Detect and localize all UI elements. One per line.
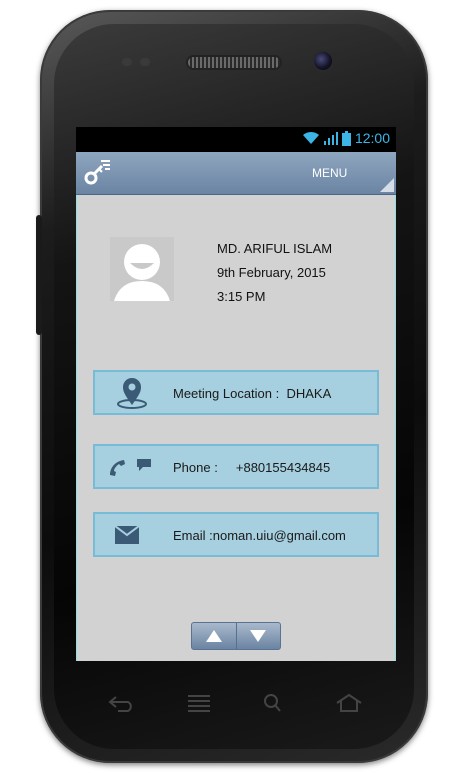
chat-icon	[137, 459, 151, 471]
up-arrow-icon	[205, 630, 222, 642]
contact-info: MD. ARIFUL ISLAM 9th February, 2015 3:15…	[217, 237, 332, 309]
location-card[interactable]: Meeting Location : DHAKA	[93, 370, 379, 415]
signal-icon	[323, 132, 338, 145]
avatar	[110, 237, 174, 301]
previous-button[interactable]	[192, 623, 236, 649]
detail-panel: MD. ARIFUL ISLAM 9th February, 2015 3:15…	[76, 195, 396, 661]
earpiece-speaker	[188, 57, 280, 68]
phone-text: Phone : +880155434845	[173, 460, 331, 475]
volume-button	[36, 215, 42, 335]
email-card[interactable]: Email :noman.uiu@gmail.com	[93, 512, 379, 557]
pager-controls	[191, 622, 281, 650]
battery-icon	[341, 130, 351, 146]
next-button[interactable]	[235, 623, 281, 649]
phone-card[interactable]: Phone : +880155434845	[93, 444, 379, 489]
location-text: Meeting Location : DHAKA	[173, 386, 332, 401]
menu-icon[interactable]	[184, 693, 214, 713]
corner-triangle-icon	[380, 178, 394, 192]
meeting-time: 3:15 PM	[217, 289, 266, 304]
search-icon[interactable]	[258, 693, 288, 713]
location-pin-icon	[117, 378, 147, 409]
sensor-right	[140, 58, 150, 66]
avatar-icon	[110, 237, 174, 301]
email-text: Email :noman.uiu@gmail.com	[173, 528, 346, 543]
phone-icon	[110, 460, 125, 476]
status-time: 12:00	[354, 130, 390, 146]
status-icons: 12:00	[302, 130, 390, 146]
contact-name: MD. ARIFUL ISLAM	[217, 241, 333, 256]
screen: 12:00 MENU MD. ARIFUL ISLAM 9th February…	[76, 127, 396, 661]
top-bar: MENU	[76, 152, 396, 195]
sensor-left	[122, 58, 132, 66]
front-camera	[314, 52, 332, 70]
meeting-date: 9th February, 2015	[217, 265, 326, 280]
mail-icon	[115, 526, 139, 544]
home-icon[interactable]	[334, 693, 364, 713]
menu-button[interactable]: MENU	[312, 166, 347, 180]
status-bar: 12:00	[76, 127, 396, 152]
back-icon[interactable]	[106, 693, 136, 713]
wifi-icon	[302, 131, 319, 144]
key-menu-icon[interactable]	[82, 158, 112, 188]
down-arrow-icon	[250, 630, 267, 642]
